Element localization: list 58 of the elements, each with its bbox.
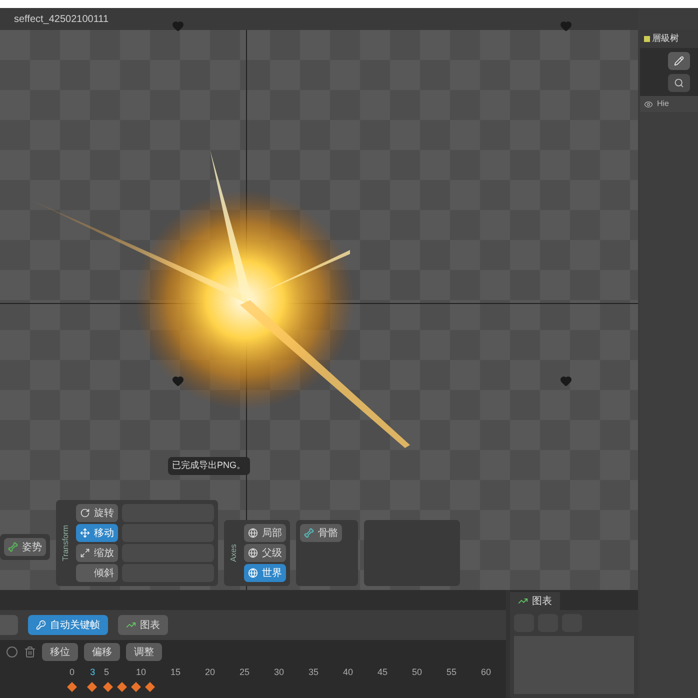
globe-icon	[248, 568, 258, 578]
move-icon	[80, 528, 90, 538]
frame-number: 25	[240, 666, 250, 679]
frame-number: 45	[378, 666, 388, 679]
heart-icon	[172, 375, 184, 387]
globe-icon	[248, 528, 258, 538]
auto-key-button[interactable]: 自动关键帧	[28, 615, 108, 635]
frame-number: 35	[308, 666, 318, 679]
frame-number: 50	[412, 666, 422, 679]
panel-tab[interactable]: 图表	[510, 592, 560, 610]
frame-number: 40	[343, 666, 353, 679]
frame-number: 55	[446, 666, 456, 679]
key-button[interactable]: 移位	[42, 643, 78, 661]
status-message: 已完成导出PNG。	[168, 457, 250, 474]
search-button[interactable]	[668, 74, 690, 92]
tool-button[interactable]: 移动	[76, 524, 118, 542]
circle-icon[interactable]	[6, 646, 18, 658]
eye-icon	[644, 100, 653, 108]
rotate-icon	[80, 508, 90, 518]
tool-button[interactable]: 姿势	[4, 538, 46, 556]
globe-icon	[248, 548, 258, 558]
frame-number: 30	[274, 666, 284, 679]
tool-button[interactable]: 世界	[244, 564, 286, 582]
column-header: Hie	[657, 98, 670, 110]
heart-icon	[172, 20, 184, 32]
frame-number: 15	[170, 666, 180, 679]
tool-button[interactable]: 缩放	[76, 544, 118, 562]
current-frame: 3	[90, 666, 96, 680]
group-label: Transform	[60, 524, 71, 562]
search-icon	[674, 78, 684, 88]
heart-icon	[560, 375, 572, 387]
frame-number: 10	[136, 666, 146, 679]
key-icon	[36, 620, 46, 630]
tool-button[interactable]: 旋转	[76, 504, 118, 522]
frame-number: 60	[481, 666, 491, 679]
key-button[interactable]: 调整	[126, 643, 162, 661]
graph-icon	[126, 620, 136, 630]
panel-tab[interactable]: 層級树	[640, 30, 698, 48]
key-button[interactable]: 偏移	[84, 643, 120, 661]
frame-number: 0	[70, 666, 74, 679]
group-label: Axes	[228, 544, 239, 562]
tool-button[interactable]: 局部	[244, 524, 286, 542]
trash-icon[interactable]	[24, 646, 36, 658]
window-title: seffect_42502100111	[14, 12, 109, 26]
tool-button[interactable]: 倾斜	[76, 564, 118, 582]
pencil-button[interactable]	[668, 52, 690, 70]
pencil-icon	[674, 56, 684, 66]
graph-icon	[518, 596, 528, 606]
heart-icon	[560, 20, 572, 32]
bone-icon	[8, 542, 18, 552]
input-field[interactable]	[0, 615, 18, 635]
scale-icon	[80, 548, 90, 558]
frame-number: 20	[205, 666, 215, 679]
bone-icon	[304, 528, 314, 538]
graph-button[interactable]: 图表	[118, 615, 168, 635]
frame-number: 5	[104, 666, 109, 679]
tool-button[interactable]: 父级	[244, 544, 286, 562]
tool-button[interactable]: 骨骼	[300, 524, 342, 542]
